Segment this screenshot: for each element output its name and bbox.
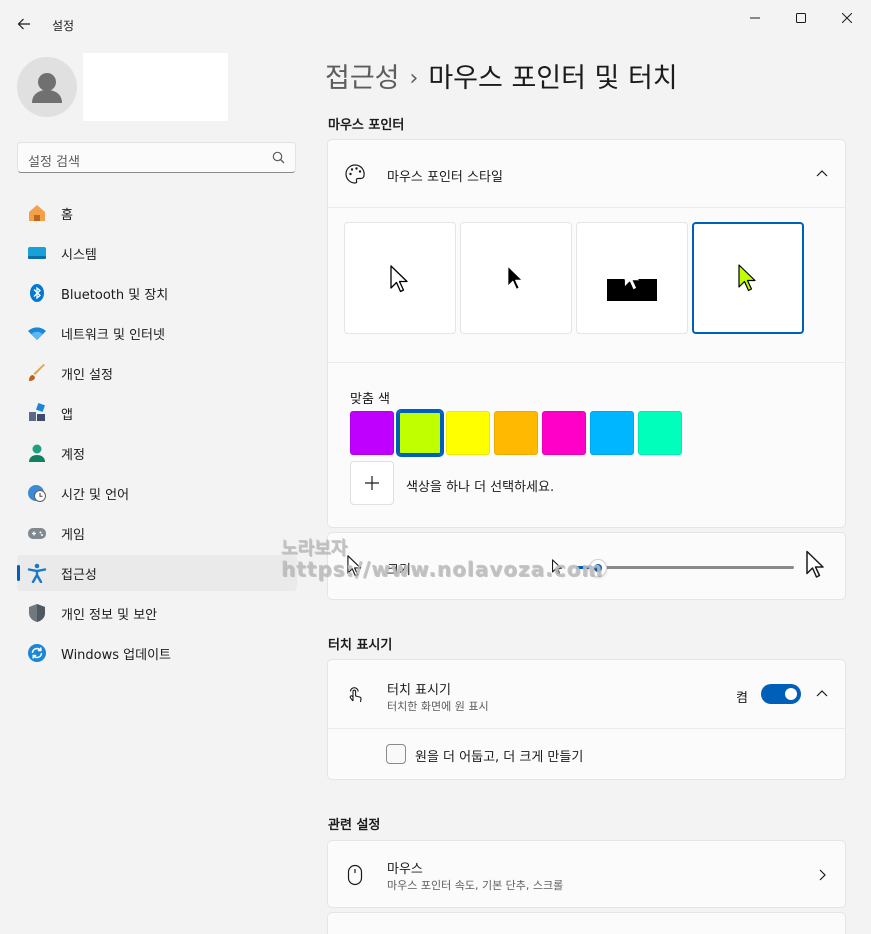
apps-icon [27, 403, 47, 423]
small-cursor-icon [552, 559, 562, 575]
wifi-icon [27, 323, 47, 343]
pointer-style-white[interactable] [344, 222, 456, 334]
search-icon[interactable] [272, 151, 285, 164]
back-button[interactable] [10, 10, 38, 38]
time-language-icon [27, 483, 47, 503]
page-title: 접근성 › 마우스 포인터 및 터치 [325, 56, 678, 95]
color-swatch-orange[interactable] [494, 411, 538, 455]
breadcrumb-parent[interactable]: 접근성 [325, 63, 400, 94]
brush-icon [27, 363, 47, 383]
mouse-label: 마우스 [387, 862, 423, 877]
color-swatch-lime[interactable] [398, 411, 442, 455]
sidebar-item-system[interactable]: 시스템 [17, 235, 297, 271]
close-button[interactable] [824, 4, 870, 32]
sidebar-item-home[interactable]: 홈 [17, 195, 297, 231]
related-mouse-card[interactable]: 마우스 마우스 포인터 속도, 기본 단추, 스크롤 [327, 840, 846, 908]
search-input[interactable]: 설정 검색 [28, 151, 80, 170]
divider [328, 362, 845, 363]
toggle-knob [785, 688, 797, 700]
darker-circle-checkbox[interactable] [386, 744, 406, 764]
pointer-style-label: 마우스 포인터 스타일 [387, 170, 503, 185]
app-title: 설정 [52, 19, 75, 33]
sidebar-item-network[interactable]: 네트워크 및 인터넷 [17, 315, 297, 351]
maximize-button[interactable] [778, 4, 824, 32]
breadcrumb-current: 마우스 포인터 및 터치 [428, 63, 678, 94]
sidebar-item-gaming[interactable]: 게임 [17, 515, 297, 551]
avatar[interactable] [17, 57, 77, 117]
color-swatch-mint[interactable] [638, 411, 682, 455]
pointer-size-card: 크기 [327, 532, 846, 600]
title-bar: 설정 [0, 0, 871, 44]
touch-icon [344, 683, 366, 705]
bluetooth-icon [27, 283, 47, 303]
sidebar-nav: 홈 시스템 Bluetooth 및 장치 네트워크 및 인터넷 개인 설정 앱 … [17, 195, 297, 675]
sidebar-item-time-language[interactable]: 시간 및 언어 [17, 475, 297, 511]
sidebar-item-personalization[interactable]: 개인 설정 [17, 355, 297, 391]
pointer-style-custom[interactable] [692, 222, 804, 334]
section-title-related: 관련 설정 [328, 818, 381, 833]
size-slider-track[interactable] [576, 566, 794, 569]
touch-indicator-sub: 터치한 화면에 원 표시 [387, 700, 489, 713]
divider [328, 728, 845, 729]
account-info-redacted [83, 53, 228, 121]
update-icon [27, 643, 47, 663]
chevron-up-icon[interactable] [811, 683, 833, 705]
gamepad-icon [27, 523, 47, 543]
arrow-left-icon [17, 18, 30, 30]
toggle-state-label: 켬 [736, 691, 748, 706]
home-icon [27, 203, 47, 223]
chevron-up-icon[interactable] [811, 163, 833, 185]
touch-indicator-label: 터치 표시기 [387, 683, 451, 698]
breadcrumb-separator: › [409, 66, 419, 91]
pointer-style-card: 마우스 포인터 스타일 맞춤 색 색상을 하나 더 선택하세요. [327, 139, 846, 528]
related-next-card[interactable] [327, 912, 846, 934]
color-swatch-sky[interactable] [590, 411, 634, 455]
size-slider-thumb[interactable] [588, 559, 607, 577]
search-box[interactable]: 설정 검색 [17, 142, 296, 173]
sidebar-item-windows-update[interactable]: Windows 업데이트 [17, 635, 297, 671]
cursor-white-icon [390, 265, 408, 293]
section-title-touch: 터치 표시기 [328, 638, 393, 653]
cursor-custom-icon [738, 264, 756, 292]
shield-icon [27, 603, 47, 623]
darker-circle-label: 원을 더 어둡고, 더 크게 만들기 [415, 750, 584, 765]
close-icon [842, 13, 852, 23]
sidebar-item-accounts[interactable]: 계정 [17, 435, 297, 471]
add-color-label: 색상을 하나 더 선택하세요. [406, 480, 555, 495]
pointer-style-black[interactable] [460, 222, 572, 334]
pointer-style-inverted[interactable] [576, 222, 688, 334]
accessibility-icon [27, 563, 47, 583]
minimize-icon [750, 17, 760, 19]
sidebar-item-bluetooth[interactable]: Bluetooth 및 장치 [17, 275, 297, 311]
custom-color-label: 맞춤 색 [350, 392, 391, 407]
section-title-mouse-pointer: 마우스 포인터 [328, 118, 405, 133]
chevron-right-icon [811, 864, 833, 886]
mouse-sub: 마우스 포인터 속도, 기본 단추, 스크롤 [387, 879, 564, 892]
add-color-button[interactable] [350, 461, 394, 505]
system-icon [27, 243, 47, 263]
palette-icon [344, 163, 366, 185]
mouse-icon [344, 864, 366, 886]
cursor-size-icon [344, 555, 366, 577]
touch-indicator-card: 터치 표시기 터치한 화면에 원 표시 켬 원을 더 어둡고, 더 크게 만들기 [327, 659, 846, 780]
sidebar-item-accessibility[interactable]: 접근성 [17, 555, 297, 591]
account-icon [27, 443, 47, 463]
color-swatch-yellow[interactable] [446, 411, 490, 455]
cursor-black-icon [507, 265, 523, 290]
size-label: 크기 [387, 563, 411, 578]
minimize-button[interactable] [732, 4, 778, 32]
color-swatch-purple[interactable] [350, 411, 394, 455]
divider [328, 207, 845, 208]
maximize-icon [796, 13, 806, 23]
touch-indicator-toggle[interactable] [761, 684, 801, 704]
user-icon [32, 73, 62, 103]
plus-icon [365, 476, 379, 490]
large-cursor-icon [806, 550, 824, 578]
sidebar-item-apps[interactable]: 앱 [17, 395, 297, 431]
cursor-inverted-icon [624, 265, 640, 290]
color-swatch-pink[interactable] [542, 411, 586, 455]
sidebar-item-privacy[interactable]: 개인 정보 및 보안 [17, 595, 297, 631]
